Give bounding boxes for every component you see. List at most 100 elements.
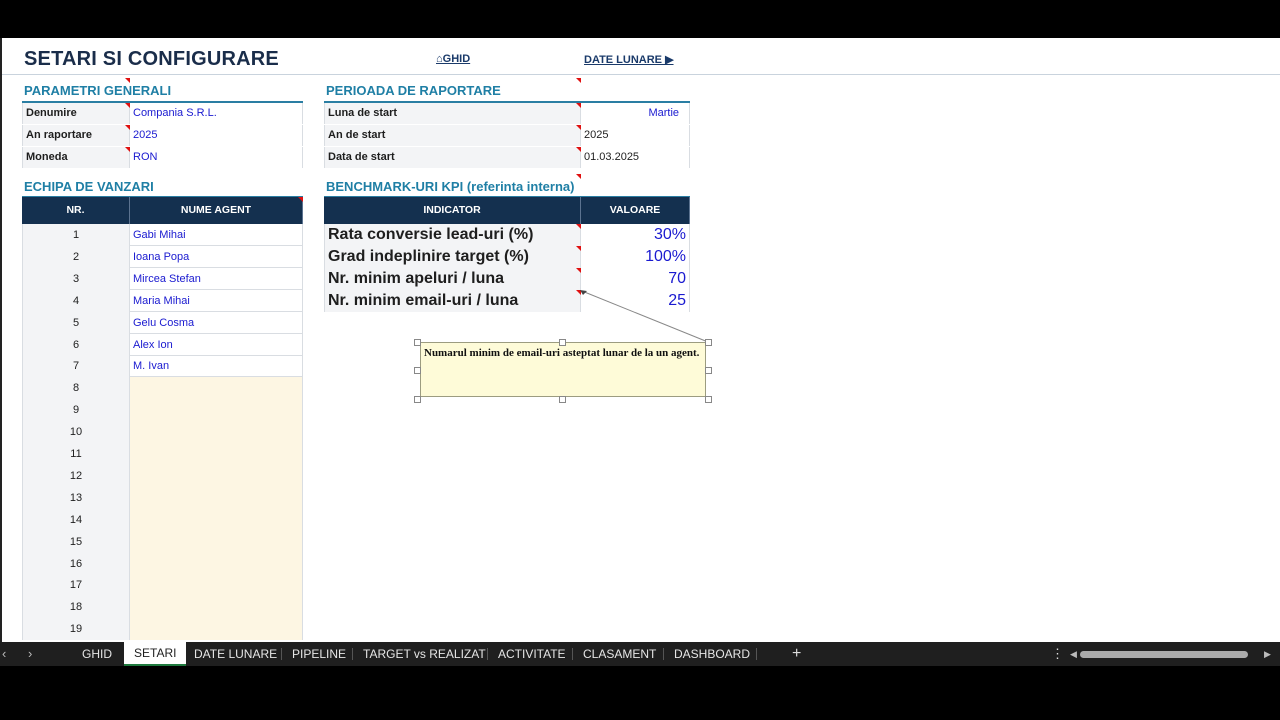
kpi-value[interactable]: 100% <box>581 246 690 268</box>
param-value[interactable]: RON <box>130 147 303 168</box>
comment-indicator[interactable] <box>298 197 303 202</box>
agent-number: 11 <box>22 443 130 465</box>
column-header-indicator[interactable]: INDICATOR <box>324 197 581 224</box>
tab-dashboard[interactable]: DASHBOARD <box>664 642 760 666</box>
resize-handle[interactable] <box>705 367 712 374</box>
resize-handle[interactable] <box>705 339 712 346</box>
resize-handle[interactable] <box>414 396 421 403</box>
table-row: 16 <box>22 552 303 575</box>
comment-indicator[interactable] <box>576 78 581 83</box>
agent-name-cell[interactable]: M. Ivan <box>130 355 303 378</box>
kpi-row: Nr. minim email-uri / luna 25 <box>324 290 690 312</box>
kpi-value[interactable]: 25 <box>581 290 690 312</box>
kpi-value[interactable]: 70 <box>581 268 690 290</box>
period-label: Data de start <box>324 147 581 168</box>
agent-number: 4 <box>22 289 130 312</box>
section-title-parametri: PARAMETRI GENERALI <box>24 83 172 98</box>
worksheet: SETARI SI CONFIGURARE ⌂GHID DATE LUNARE … <box>0 38 1280 642</box>
agent-name-cell[interactable]: Gelu Cosma <box>130 311 303 334</box>
agent-name-cell[interactable] <box>130 421 303 444</box>
period-value[interactable]: Martie <box>581 103 690 124</box>
param-value[interactable]: Compania S.R.L. <box>130 103 303 124</box>
agent-name-cell[interactable]: Maria Mihai <box>130 289 303 312</box>
table-row: 11 <box>22 443 303 465</box>
tab-prev-arrow-icon[interactable]: ‹ <box>2 642 6 666</box>
add-sheet-icon[interactable]: + <box>792 642 801 666</box>
column-header-nr[interactable]: NR. <box>22 197 130 224</box>
agent-name-cell[interactable] <box>130 574 303 597</box>
comment-indicator[interactable] <box>576 147 581 152</box>
agent-name-cell[interactable] <box>130 618 303 641</box>
agent-name-cell[interactable] <box>130 530 303 553</box>
table-row: 2 Ioana Popa <box>22 245 303 268</box>
tab-pipeline[interactable]: PIPELINE <box>282 642 356 666</box>
table-row: 13 <box>22 486 303 509</box>
tab-next-arrow-icon[interactable]: › <box>28 642 32 666</box>
table-row: 12 <box>22 464 303 487</box>
kpi-indicator: Nr. minim apeluri / luna <box>324 268 581 290</box>
kpi-value[interactable]: 30% <box>581 224 690 246</box>
resize-handle[interactable] <box>705 396 712 403</box>
resize-handle[interactable] <box>559 339 566 346</box>
comment-indicator[interactable] <box>125 78 130 83</box>
agent-name-cell[interactable] <box>130 399 303 422</box>
tab-date-lunare[interactable]: DATE LUNARE <box>184 642 287 666</box>
kpi-row: Rata conversie lead-uri (%) 30% <box>324 224 690 246</box>
comment-indicator[interactable] <box>576 246 581 251</box>
param-row: Moneda RON <box>22 147 303 168</box>
agent-number: 14 <box>22 508 130 531</box>
agent-name-cell[interactable] <box>130 552 303 575</box>
comment-indicator[interactable] <box>125 147 130 152</box>
column-header-agent[interactable]: NUME AGENT <box>130 197 303 224</box>
tab-target-vs-realizat[interactable]: TARGET vs REALIZAT <box>353 642 496 666</box>
comment-indicator[interactable] <box>576 290 581 295</box>
agent-name-cell[interactable]: Mircea Stefan <box>130 267 303 290</box>
agent-name-cell[interactable] <box>130 377 303 400</box>
param-row: An raportare 2025 <box>22 125 303 146</box>
param-label: An raportare <box>22 125 130 146</box>
agent-number: 16 <box>22 552 130 575</box>
param-label: Moneda <box>22 147 130 168</box>
date-lunare-link[interactable]: DATE LUNARE ▶ <box>584 53 674 66</box>
agent-name-cell[interactable] <box>130 443 303 465</box>
comment-indicator[interactable] <box>576 268 581 273</box>
comment-box[interactable]: Numarul minim de email-uri asteptat luna… <box>420 342 706 397</box>
comment-indicator[interactable] <box>576 103 581 108</box>
section-title-kpi: BENCHMARK-URI KPI (referinta interna) <box>326 179 575 194</box>
column-header-valoare[interactable]: VALOARE REFERINTA <box>581 197 690 243</box>
comment-indicator[interactable] <box>125 103 130 108</box>
agent-name-cell[interactable]: Gabi Mihai <box>130 224 303 246</box>
agent-name-cell[interactable]: Alex Ion <box>130 333 303 356</box>
resize-handle[interactable] <box>414 339 421 346</box>
scroll-right-icon[interactable]: ▶ <box>1264 642 1271 666</box>
tab-ghid[interactable]: GHID <box>72 642 122 666</box>
tab-setari[interactable]: SETARI <box>124 642 187 666</box>
kpi-indicator: Rata conversie lead-uri (%) <box>324 224 581 246</box>
comment-indicator[interactable] <box>576 125 581 130</box>
agent-number: 9 <box>22 399 130 422</box>
comment-indicator[interactable] <box>125 125 130 130</box>
scroll-left-icon[interactable]: ◀ <box>1070 642 1077 666</box>
resize-handle[interactable] <box>559 396 566 403</box>
agent-number: 17 <box>22 574 130 597</box>
table-row: 6 Alex Ion <box>22 333 303 356</box>
tab-activitate[interactable]: ACTIVITATE <box>488 642 576 666</box>
more-options-icon[interactable]: ⋮ <box>1051 642 1064 666</box>
agent-name-cell[interactable] <box>130 596 303 619</box>
agent-name-cell[interactable] <box>130 486 303 509</box>
ghid-link[interactable]: ⌂GHID <box>436 53 470 65</box>
agent-name-cell[interactable] <box>130 508 303 531</box>
resize-handle[interactable] <box>414 367 421 374</box>
comment-indicator[interactable] <box>576 224 581 229</box>
agent-name-cell[interactable]: Ioana Popa <box>130 245 303 268</box>
agent-name-cell[interactable] <box>130 464 303 487</box>
param-value[interactable]: 2025 <box>130 125 303 146</box>
horizontal-scrollbar[interactable] <box>1080 651 1248 658</box>
tab-separator <box>756 648 757 660</box>
tab-clasament[interactable]: CLASAMENT <box>573 642 666 666</box>
period-value[interactable]: 2025 <box>581 125 690 146</box>
comment-indicator[interactable] <box>576 174 581 179</box>
period-value[interactable]: 01.03.2025 <box>581 147 690 168</box>
agent-number: 15 <box>22 530 130 553</box>
table-row: 5 Gelu Cosma <box>22 311 303 334</box>
